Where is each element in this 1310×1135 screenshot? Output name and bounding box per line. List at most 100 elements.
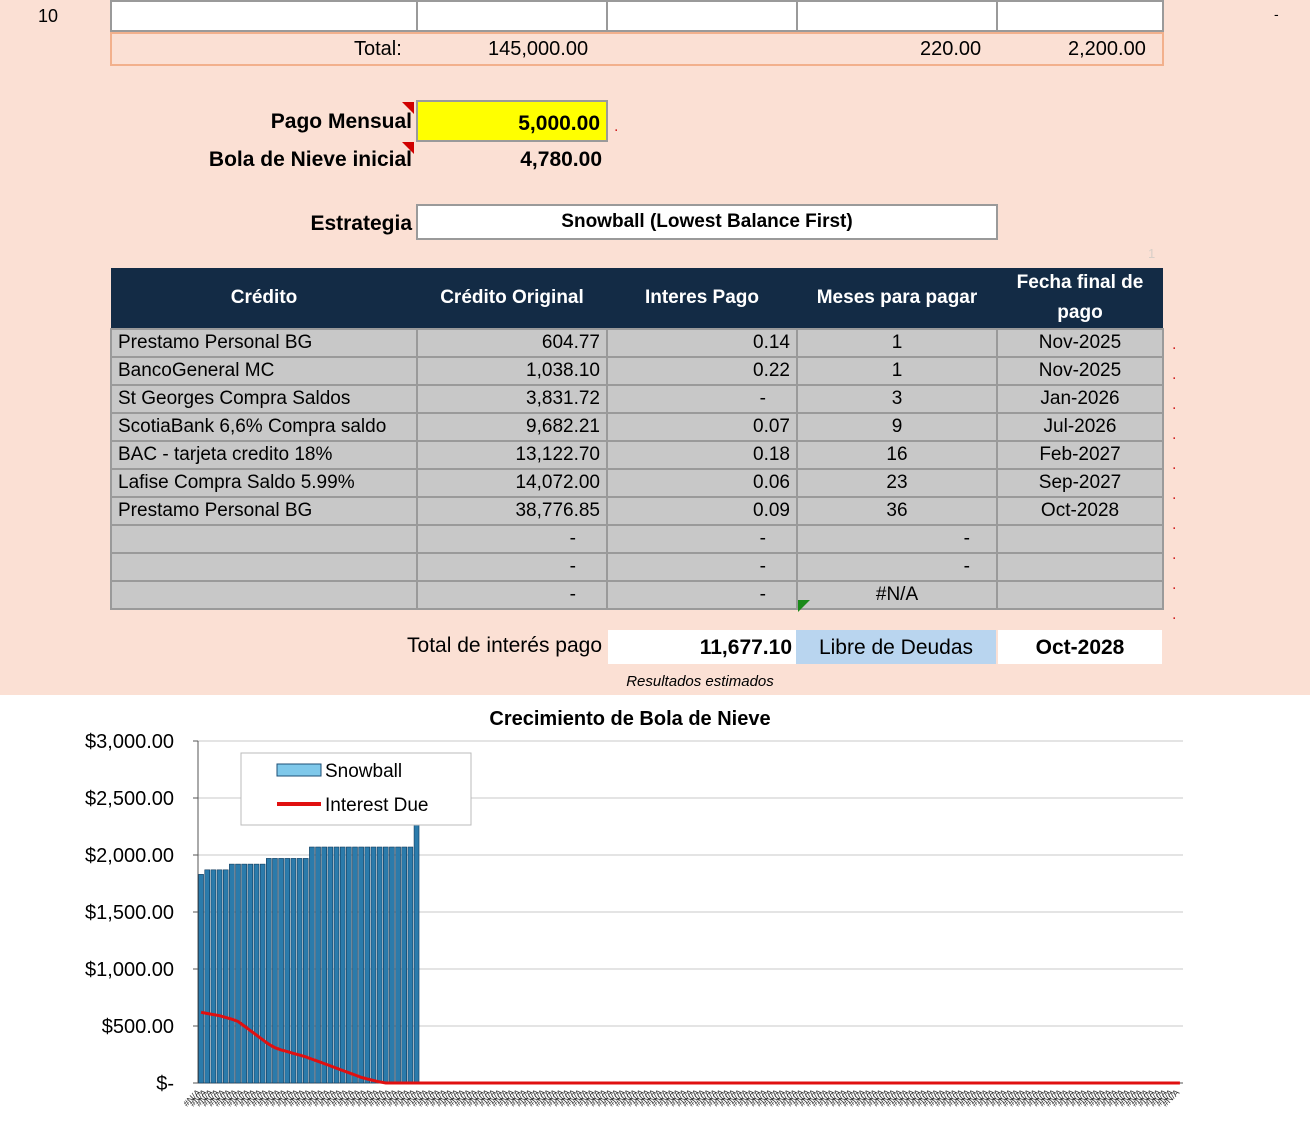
- cell-meses[interactable]: -: [796, 552, 998, 582]
- cell-fecha[interactable]: [996, 524, 1164, 554]
- cell-interes[interactable]: 0.07: [606, 412, 798, 442]
- cell-original[interactable]: 9,682.21: [416, 412, 608, 442]
- cell-interes[interactable]: -: [606, 524, 798, 554]
- dot-marker: .: [614, 118, 619, 135]
- table-row: BAC - tarjeta credito 18% 13,122.70 0.18…: [110, 440, 1164, 470]
- total-interes-value[interactable]: 11,677.10: [608, 630, 796, 664]
- dot-marker: .: [1172, 426, 1177, 443]
- cell-interes[interactable]: -: [606, 552, 798, 582]
- cell-credito[interactable]: ScotiaBank 6,6% Compra saldo: [110, 412, 418, 442]
- cell-credito[interactable]: St Georges Compra Saldos: [110, 384, 418, 414]
- cell-original[interactable]: -: [416, 552, 608, 582]
- header-fecha-final: Fecha final de pago: [997, 268, 1163, 329]
- chart-legend[interactable]: Snowball Interest Due: [240, 752, 472, 826]
- y-tick-label: $2,000.00: [85, 845, 174, 867]
- snowball-bar: [413, 820, 420, 1084]
- header-meses: Meses para pagar: [797, 268, 997, 329]
- cell-credito[interactable]: BAC - tarjeta credito 18%: [110, 440, 418, 470]
- snowball-bar: [364, 846, 371, 1084]
- cell[interactable]: [416, 0, 608, 32]
- cell-fecha[interactable]: Nov-2025: [996, 328, 1164, 358]
- legend-label-interest: Interest Due: [325, 795, 429, 816]
- dot-marker: .: [1172, 606, 1177, 623]
- snowball-bar: [253, 863, 260, 1084]
- header-credito-original: Crédito Original: [417, 268, 607, 329]
- libre-deudas-label: Libre de Deudas: [796, 630, 996, 664]
- cell-interes[interactable]: 0.09: [606, 496, 798, 526]
- cell-interes[interactable]: 0.22: [606, 356, 798, 386]
- snowball-bars: [198, 820, 420, 1084]
- cell-credito[interactable]: Prestamo Personal BG: [110, 496, 418, 526]
- dot-marker: .: [1172, 546, 1177, 563]
- comment-indicator-icon[interactable]: [402, 102, 414, 114]
- y-tick-label: $1,000.00: [85, 959, 174, 981]
- snowball-bar: [376, 846, 383, 1084]
- cell[interactable]: [606, 0, 798, 32]
- error-indicator-icon[interactable]: [798, 600, 810, 612]
- cell[interactable]: [996, 0, 1164, 32]
- cell-credito[interactable]: Prestamo Personal BG: [110, 328, 418, 358]
- cell-interes[interactable]: 0.06: [606, 468, 798, 498]
- cell-credito[interactable]: [110, 552, 418, 582]
- cell-original[interactable]: -: [416, 580, 608, 610]
- snowball-bar: [241, 863, 247, 1084]
- cell[interactable]: [110, 0, 418, 32]
- cell-meses[interactable]: 1: [796, 328, 998, 358]
- cell-original[interactable]: 3,831.72: [416, 384, 608, 414]
- cell-meses[interactable]: 23: [796, 468, 998, 498]
- totals-payment: 220.00: [920, 38, 982, 60]
- cell-interes[interactable]: -: [606, 384, 798, 414]
- y-axis-ticks: $3,000.00 $2,500.00 $2,000.00 $1,500.00 $1,0…: [85, 731, 174, 1095]
- snowball-bar: [210, 869, 217, 1084]
- cell[interactable]: [796, 0, 998, 32]
- cell-fecha[interactable]: [996, 580, 1164, 610]
- snowball-bar: [346, 846, 352, 1084]
- snowball-chart[interactable]: Crecimiento de Bola de Nieve $3,000.00 $2…: [48, 695, 1220, 1130]
- dot-marker: .: [1172, 486, 1177, 503]
- cell-credito[interactable]: [110, 580, 418, 610]
- table-header-row: Crédito Crédito Original Interes Pago Me…: [111, 268, 1163, 329]
- snowball-bar: [229, 863, 235, 1084]
- snowball-bar: [222, 869, 229, 1084]
- libre-deudas-date[interactable]: Oct-2028: [998, 630, 1162, 664]
- chart-svg: Crecimiento de Bola de Nieve $3,000.00 $2…: [85, 708, 1183, 1109]
- cell-fecha[interactable]: Sep-2027: [996, 468, 1164, 498]
- cell-credito[interactable]: Lafise Compra Saldo 5.99%: [110, 468, 418, 498]
- estrategia-select[interactable]: Snowball (Lowest Balance First): [416, 204, 998, 240]
- cell-interes[interactable]: 0.14: [606, 328, 798, 358]
- cell-fecha[interactable]: Jul-2026: [996, 412, 1164, 442]
- cell-fecha[interactable]: Oct-2028: [996, 496, 1164, 526]
- snowball-bar: [284, 858, 291, 1084]
- dot-marker: .: [1172, 366, 1177, 383]
- cell-interes[interactable]: -: [606, 580, 798, 610]
- resultados-note: Resultados estimados: [626, 673, 774, 690]
- snowball-bar: [290, 858, 297, 1084]
- cell-original[interactable]: 38,776.85: [416, 496, 608, 526]
- cell-original[interactable]: 14,072.00: [416, 468, 608, 498]
- pago-mensual-input[interactable]: 5,000.00: [416, 100, 608, 142]
- cell-original[interactable]: 604.77: [416, 328, 608, 358]
- table-row: BancoGeneral MC 1,038.10 0.22 1 Nov-2025: [110, 356, 1164, 386]
- cell-original[interactable]: 13,122.70: [416, 440, 608, 470]
- cell-meses[interactable]: 36: [796, 496, 998, 526]
- snowball-bar: [333, 846, 340, 1084]
- cell-fecha[interactable]: Nov-2025: [996, 356, 1164, 386]
- cell-original[interactable]: 1,038.10: [416, 356, 608, 386]
- cell-meses[interactable]: #N/A: [796, 580, 998, 610]
- cell-meses[interactable]: -: [796, 524, 998, 554]
- cell-fecha[interactable]: [996, 552, 1164, 582]
- x-axis-ticks: #N/A#N/A#N/A#N/A#N/A#N/A#N/A#N/A#N/A#N/A…: [181, 1087, 1181, 1108]
- cell-interes[interactable]: 0.18: [606, 440, 798, 470]
- cell-meses[interactable]: 9: [796, 412, 998, 442]
- cell-fecha[interactable]: Jan-2026: [996, 384, 1164, 414]
- cell-meses[interactable]: 16: [796, 440, 998, 470]
- cell-meses[interactable]: 3: [796, 384, 998, 414]
- cell-credito[interactable]: [110, 524, 418, 554]
- cell-original[interactable]: -: [416, 524, 608, 554]
- snowball-bar: [352, 846, 358, 1084]
- cell-fecha[interactable]: Feb-2027: [996, 440, 1164, 470]
- comment-indicator-icon[interactable]: [402, 142, 414, 154]
- y-tick-label: $500.00: [102, 1016, 174, 1038]
- cell-meses[interactable]: 1: [796, 356, 998, 386]
- cell-credito[interactable]: BancoGeneral MC: [110, 356, 418, 386]
